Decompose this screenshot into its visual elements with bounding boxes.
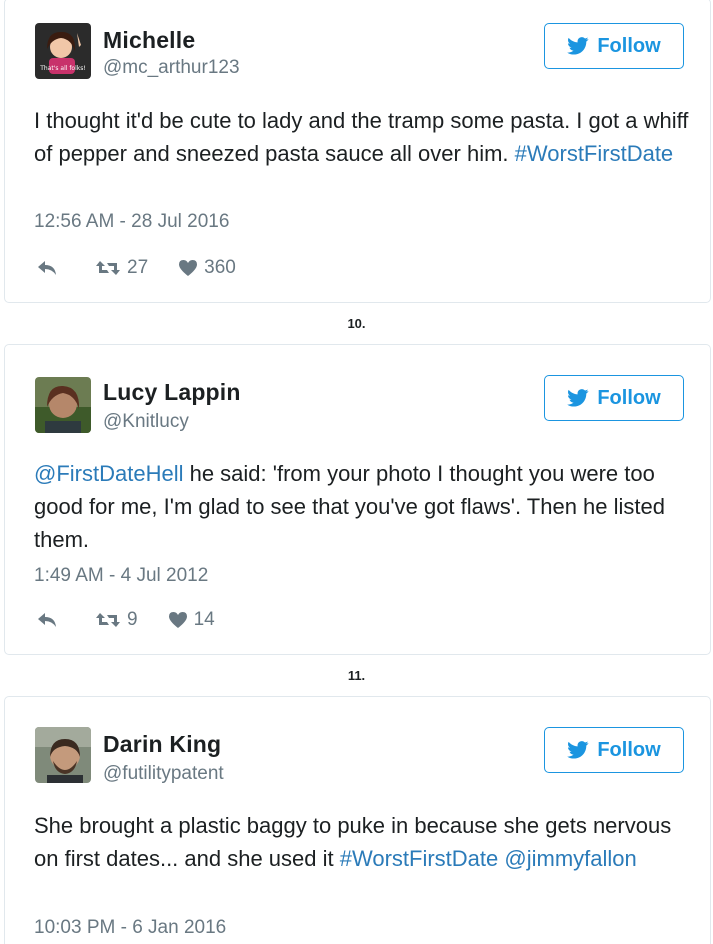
tweet-timestamp[interactable]: 1:49 AM - 4 Jul 2012 — [34, 565, 208, 587]
tweet-timestamp[interactable]: 10:03 PM - 6 Jan 2016 — [34, 917, 226, 939]
user-name[interactable]: Michelle — [103, 27, 195, 54]
user-handle[interactable]: @Knitlucy — [103, 411, 189, 433]
tweet-timestamp[interactable]: 12:56 AM - 28 Jul 2016 — [34, 211, 229, 233]
tweet-actions: 27 360 — [37, 255, 236, 281]
tweet-card: That's all folks! Michelle @mc_arthur123… — [4, 0, 711, 303]
avatar[interactable] — [35, 377, 91, 433]
retweet-icon — [96, 261, 120, 275]
twitter-bird-icon — [567, 741, 589, 759]
follow-label: Follow — [597, 34, 661, 57]
user-handle[interactable]: @futilitypatent — [103, 763, 224, 785]
reply-action[interactable] — [37, 260, 57, 276]
like-count: 360 — [204, 257, 236, 278]
reply-icon — [38, 261, 56, 275]
user-handle[interactable]: @mc_arthur123 — [103, 57, 240, 79]
user-name[interactable]: Darin King — [103, 731, 221, 758]
hashtag-link[interactable]: #WorstFirstDate — [515, 141, 674, 166]
like-action[interactable]: 14 — [168, 609, 215, 631]
avatar-caption: That's all folks! — [39, 65, 86, 72]
follow-button[interactable]: Follow — [544, 23, 684, 69]
tweet-text: I thought it'd be cute to lady and the t… — [34, 104, 690, 170]
tweet-text: @FirstDateHell he said: 'from your photo… — [34, 457, 690, 556]
mention-link[interactable]: @FirstDateHell — [34, 461, 183, 486]
avatar[interactable]: That's all folks! — [35, 23, 91, 79]
tweet-card: Darin King @futilitypatent Follow She br… — [4, 696, 711, 944]
list-number: 11. — [347, 668, 366, 683]
tweet-card: Lucy Lappin @Knitlucy Follow @FirstDateH… — [4, 344, 711, 655]
like-count: 14 — [193, 609, 215, 630]
twitter-bird-icon — [567, 37, 589, 55]
hashtag-link[interactable]: #WorstFirstDate — [340, 846, 499, 871]
follow-button[interactable]: Follow — [544, 727, 684, 773]
avatar[interactable] — [35, 727, 91, 783]
follow-label: Follow — [597, 386, 661, 409]
mention-link[interactable]: @jimmyfallon — [504, 846, 636, 871]
like-action[interactable]: 360 — [178, 257, 236, 279]
retweet-icon — [96, 613, 120, 627]
retweet-action[interactable]: 9 — [95, 609, 138, 631]
user-name[interactable]: Lucy Lappin — [103, 379, 241, 406]
list-number: 10. — [347, 316, 366, 331]
retweet-count: 27 — [127, 257, 149, 278]
reply-action[interactable] — [37, 612, 57, 628]
retweet-action[interactable]: 27 — [95, 257, 148, 279]
tweet-text: She brought a plastic baggy to puke in b… — [34, 809, 690, 875]
heart-icon — [168, 612, 187, 628]
twitter-bird-icon — [567, 389, 589, 407]
retweet-count: 9 — [127, 609, 138, 630]
follow-label: Follow — [597, 738, 661, 761]
heart-icon — [179, 260, 198, 276]
reply-icon — [38, 613, 56, 627]
follow-button[interactable]: Follow — [544, 375, 684, 421]
tweet-actions: 9 14 — [37, 607, 215, 633]
